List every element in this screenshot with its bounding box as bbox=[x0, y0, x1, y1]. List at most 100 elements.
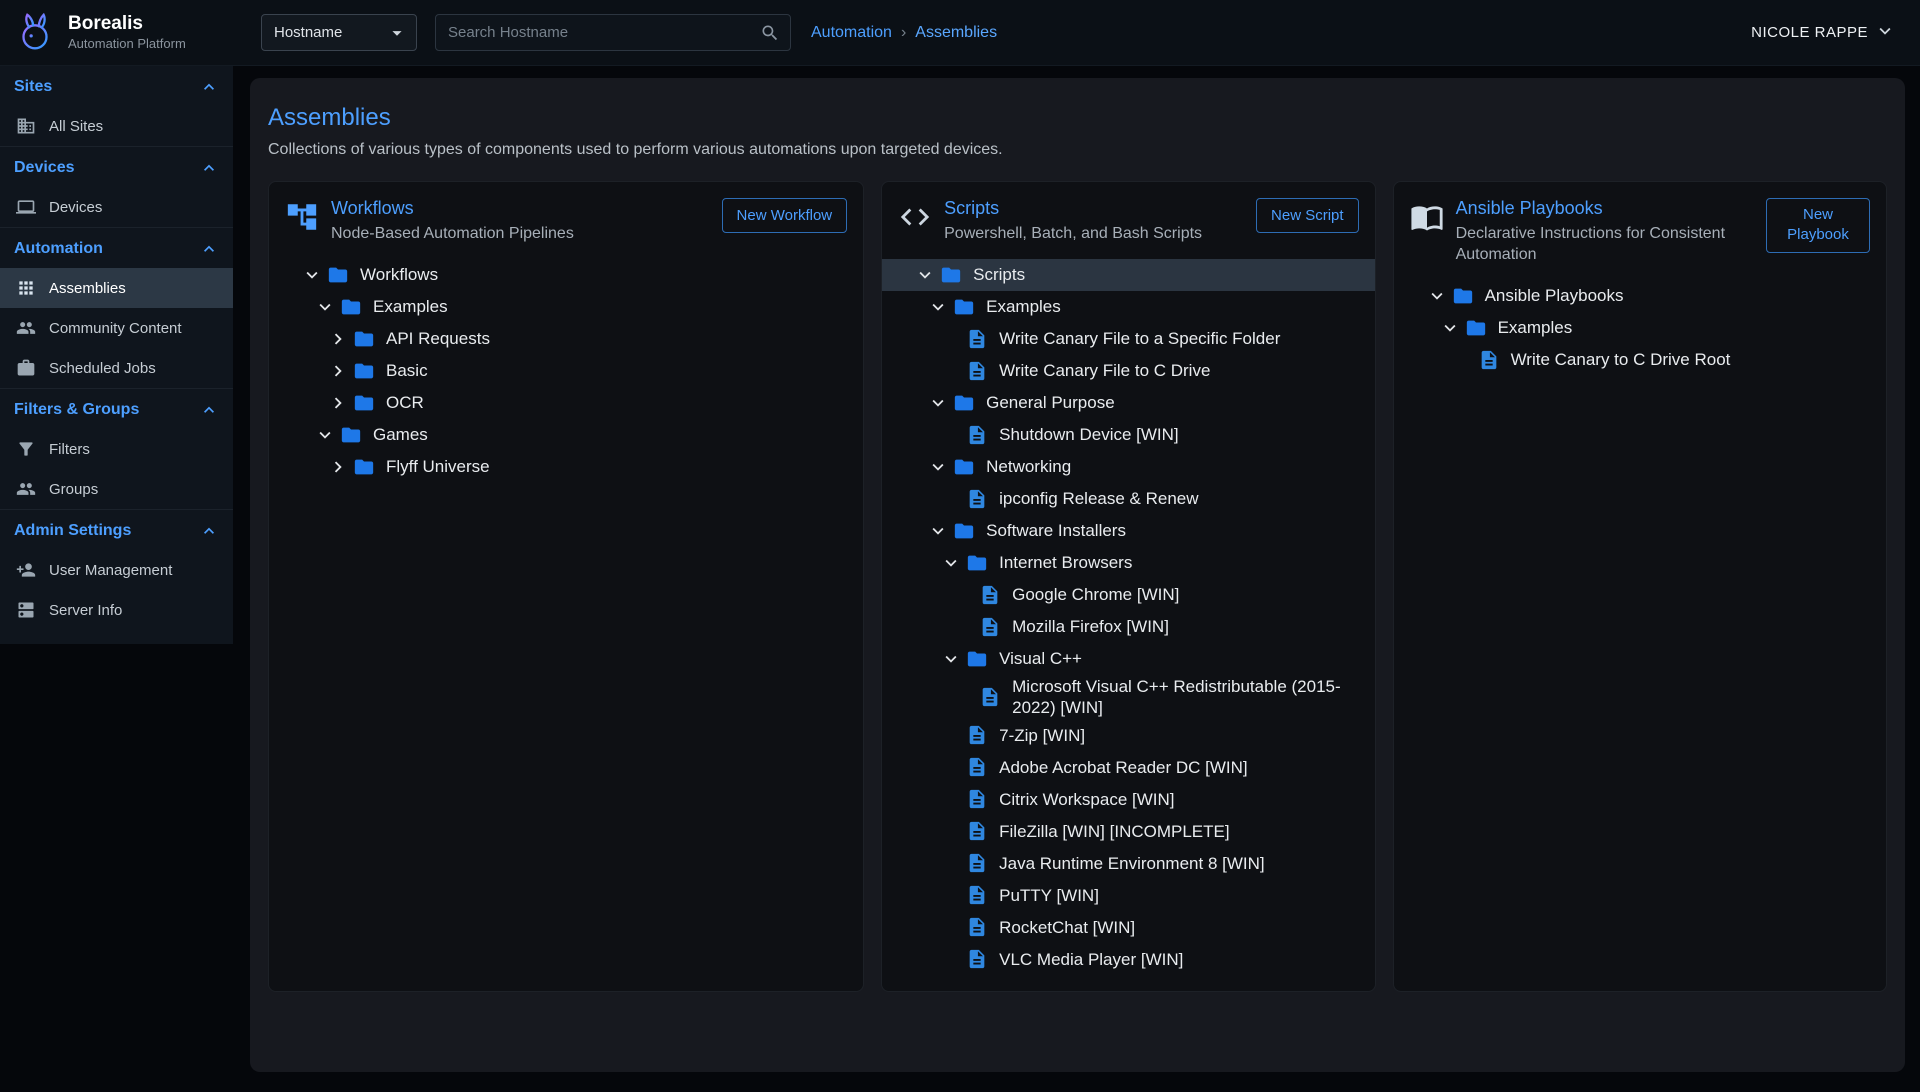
folder-icon bbox=[327, 264, 351, 286]
main-content: Assemblies Collections of various types … bbox=[233, 66, 1920, 1092]
user-menu[interactable]: NICOLE RAPPE bbox=[1751, 20, 1896, 46]
chevron-down-icon[interactable] bbox=[927, 456, 953, 478]
tree-item-ipconfig-release-renew[interactable]: ipconfig Release & Renew bbox=[882, 483, 1374, 515]
ansible-playbooks-card: Ansible Playbooks Declarative Instructio… bbox=[1393, 181, 1887, 992]
folder-icon bbox=[353, 360, 377, 382]
chevron-down-icon[interactable] bbox=[1426, 285, 1452, 307]
tree-item-microsoft-visual-c-redistributable-2015-2022-win[interactable]: Microsoft Visual C++ Redistributable (20… bbox=[882, 675, 1374, 720]
chevron-right-icon[interactable] bbox=[327, 392, 353, 414]
sidebar-item-filters[interactable]: Filters bbox=[0, 429, 233, 469]
chevron-right-icon[interactable] bbox=[327, 328, 353, 350]
assemblies-panel: Assemblies Collections of various types … bbox=[250, 78, 1905, 1072]
chevron-right-icon[interactable] bbox=[327, 456, 353, 478]
chevron-down-icon[interactable] bbox=[927, 392, 953, 414]
new-workflow-button[interactable]: New Workflow bbox=[722, 198, 848, 233]
hostname-select[interactable]: Hostname bbox=[261, 14, 417, 51]
tree-item-software-installers[interactable]: Software Installers bbox=[882, 515, 1374, 547]
search-box bbox=[435, 14, 791, 51]
tree-item-examples[interactable]: Examples bbox=[882, 291, 1374, 323]
card-subtitle: Node-Based Automation Pipelines bbox=[331, 224, 702, 245]
tree-item-write-canary-to-c-drive-root[interactable]: Write Canary to C Drive Root bbox=[1394, 344, 1886, 376]
tree-item-flyff-universe[interactable]: Flyff Universe bbox=[269, 451, 863, 483]
sidebar-item-community-content[interactable]: Community Content bbox=[0, 308, 233, 348]
sidebar-section-header-admin-settings[interactable]: Admin Settings bbox=[0, 510, 233, 550]
sidebar-item-label: Scheduled Jobs bbox=[49, 360, 156, 377]
search-icon[interactable] bbox=[760, 23, 780, 43]
tree-item-rocketchat-win[interactable]: RocketChat [WIN] bbox=[882, 911, 1374, 943]
tree-item-label: Write Canary File to C Drive bbox=[999, 360, 1210, 381]
folder-icon bbox=[953, 296, 977, 318]
breadcrumb-automation[interactable]: Automation bbox=[811, 24, 892, 42]
tree-item-label: Google Chrome [WIN] bbox=[1012, 584, 1179, 605]
chevron-down-icon[interactable] bbox=[940, 648, 966, 670]
tree-item-label: PuTTY [WIN] bbox=[999, 885, 1099, 906]
tree-item-general-purpose[interactable]: General Purpose bbox=[882, 387, 1374, 419]
brand[interactable]: Borealis Automation Platform bbox=[0, 10, 233, 56]
tree-item-label: RocketChat [WIN] bbox=[999, 917, 1135, 938]
scripts-tree: Scripts ExamplesWrite Canary File to a Sp… bbox=[882, 253, 1374, 992]
chevron-down-icon[interactable] bbox=[927, 520, 953, 542]
sidebar-item-all-sites[interactable]: All Sites bbox=[0, 106, 233, 146]
tree-item-games[interactable]: Games bbox=[269, 419, 863, 451]
jobs-icon bbox=[16, 358, 36, 378]
sidebar-item-server-info[interactable]: Server Info bbox=[0, 590, 233, 630]
sidebar-item-assemblies[interactable]: Assemblies bbox=[0, 268, 233, 308]
sidebar-item-user-management[interactable]: User Management bbox=[0, 550, 233, 590]
sidebar-section-header-filters-groups[interactable]: Filters & Groups bbox=[0, 389, 233, 429]
sidebar-item-scheduled-jobs[interactable]: Scheduled Jobs bbox=[0, 348, 233, 388]
new-playbook-button[interactable]: New Playbook bbox=[1766, 198, 1870, 253]
search-input[interactable] bbox=[446, 23, 760, 42]
tree-item-examples[interactable]: Examples bbox=[269, 291, 863, 323]
tree-item-api-requests[interactable]: API Requests bbox=[269, 323, 863, 355]
chevron-down-icon bbox=[1874, 20, 1896, 46]
sidebar-item-groups[interactable]: Groups bbox=[0, 469, 233, 509]
tree-item-vlc-media-player-win[interactable]: VLC Media Player [WIN] bbox=[882, 943, 1374, 975]
chevron-down-icon[interactable] bbox=[314, 296, 340, 318]
sidebar: SitesAll SitesDevicesDevicesAutomationAs… bbox=[0, 66, 233, 644]
chevron-right-icon[interactable] bbox=[327, 360, 353, 382]
chevron-down-icon[interactable] bbox=[1439, 317, 1465, 339]
filters-icon bbox=[16, 439, 36, 459]
tree-item-shutdown-device-win[interactable]: Shutdown Device [WIN] bbox=[882, 419, 1374, 451]
chevron-down-icon[interactable] bbox=[914, 264, 940, 286]
tree-item-write-canary-file-to-a-specific-folder[interactable]: Write Canary File to a Specific Folder bbox=[882, 323, 1374, 355]
tree-item-examples[interactable]: Examples bbox=[1394, 312, 1886, 344]
tree-item-workflows[interactable]: Workflows bbox=[269, 259, 863, 291]
chevron-down-icon[interactable] bbox=[301, 264, 327, 286]
new-script-button[interactable]: New Script bbox=[1256, 198, 1359, 233]
tree-item-adobe-acrobat-reader-dc-win[interactable]: Adobe Acrobat Reader DC [WIN] bbox=[882, 751, 1374, 783]
tree-item-scripts[interactable]: Scripts bbox=[882, 259, 1374, 291]
tree-item-internet-browsers[interactable]: Internet Browsers bbox=[882, 547, 1374, 579]
cards-row: Workflows Node-Based Automation Pipeline… bbox=[268, 181, 1887, 992]
tree-item-java-runtime-environment-8-win[interactable]: Java Runtime Environment 8 [WIN] bbox=[882, 847, 1374, 879]
sidebar-section-header-automation[interactable]: Automation bbox=[0, 228, 233, 268]
sidebar-section-header-sites[interactable]: Sites bbox=[0, 66, 233, 106]
chevron-down-icon[interactable] bbox=[314, 424, 340, 446]
chevron-up-icon bbox=[199, 239, 219, 259]
tree-item-citrix-workspace-win[interactable]: Citrix Workspace [WIN] bbox=[882, 783, 1374, 815]
file-icon bbox=[1478, 349, 1502, 371]
card-title: Workflows bbox=[331, 198, 702, 219]
tree-item-write-canary-file-to-c-drive[interactable]: Write Canary File to C Drive bbox=[882, 355, 1374, 387]
tree-item-putty-win[interactable]: PuTTY [WIN] bbox=[882, 879, 1374, 911]
folder-icon bbox=[966, 552, 990, 574]
chevron-down-icon[interactable] bbox=[940, 552, 966, 574]
tree-item-basic[interactable]: Basic bbox=[269, 355, 863, 387]
tree-item-ocr[interactable]: OCR bbox=[269, 387, 863, 419]
tree-item-label: Scripts bbox=[973, 264, 1025, 285]
tree-item-mozilla-firefox-win[interactable]: Mozilla Firefox [WIN] bbox=[882, 611, 1374, 643]
tree-item-7-zip-win[interactable]: 7-Zip [WIN] bbox=[882, 719, 1374, 751]
file-icon bbox=[966, 360, 990, 382]
tree-item-networking[interactable]: Networking bbox=[882, 451, 1374, 483]
page-subtitle: Collections of various types of componen… bbox=[268, 141, 1887, 159]
chevron-down-icon[interactable] bbox=[927, 296, 953, 318]
sidebar-section-header-devices[interactable]: Devices bbox=[0, 147, 233, 187]
breadcrumb-assemblies[interactable]: Assemblies bbox=[915, 24, 997, 42]
tree-item-label: OCR bbox=[386, 392, 424, 413]
sidebar-item-devices[interactable]: Devices bbox=[0, 187, 233, 227]
tree-item-google-chrome-win[interactable]: Google Chrome [WIN] bbox=[882, 579, 1374, 611]
tree-item-filezilla-win-incomplete[interactable]: FileZilla [WIN] [INCOMPLETE] bbox=[882, 815, 1374, 847]
sidebar-section-devices: DevicesDevices bbox=[0, 146, 233, 227]
tree-item-visual-c[interactable]: Visual C++ bbox=[882, 643, 1374, 675]
tree-item-ansible-playbooks[interactable]: Ansible Playbooks bbox=[1394, 280, 1886, 312]
